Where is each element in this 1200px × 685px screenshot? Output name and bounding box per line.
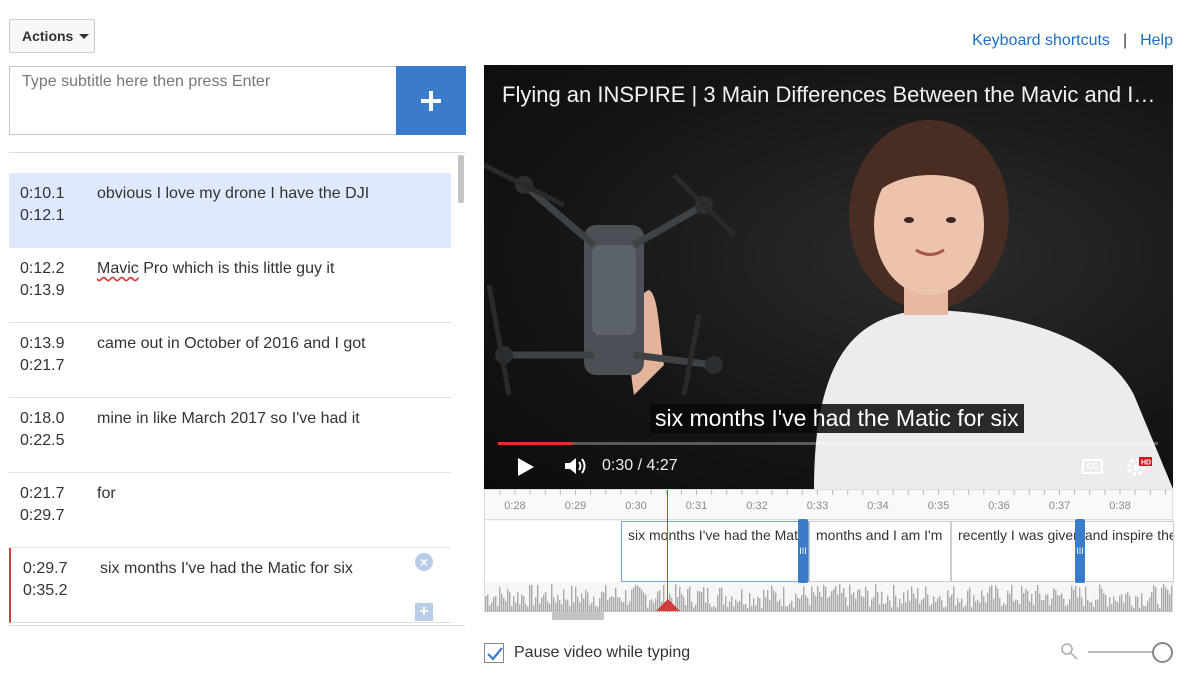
timeline-tick-label: 0:28: [504, 500, 526, 512]
subtitle-input-box: [9, 66, 397, 135]
end-time: 0:35.2: [23, 582, 68, 599]
timeline-tick-label: 0:36: [988, 500, 1010, 512]
insert-subtitle-icon[interactable]: +: [415, 603, 433, 621]
pause-while-typing-label: Pause video while typing: [514, 644, 691, 661]
video-progress-bar[interactable]: [498, 442, 1158, 445]
subtitle-row[interactable]: 0:10.1 0:12.1 obvious I love my drone I …: [9, 173, 451, 248]
timeline-tick-label: 0:34: [867, 500, 889, 512]
subtitle-times[interactable]: 0:29.7 0:35.2: [23, 558, 67, 602]
timeline-segment[interactable]: months and I am I'm: [809, 521, 951, 582]
timeline-tick-label: 0:35: [927, 500, 950, 512]
subtitle-times[interactable]: 0:21.7 0:29.7: [20, 483, 64, 527]
start-time: 0:10.1: [20, 185, 65, 202]
time-readout: 0:30 / 4:27: [602, 457, 678, 474]
subtitle-list: 0:10.1 0:12.1 obvious I love my drone I …: [9, 173, 451, 625]
timeline-tick-label: 0:32: [746, 500, 768, 512]
volume-icon[interactable]: [563, 455, 589, 477]
pause-while-typing-checkbox[interactable]: [484, 643, 504, 663]
video-caption: six months I've had the Matic for six: [650, 404, 1024, 433]
subtitle-text[interactable]: Mavic Pro which is this little guy it: [97, 258, 334, 280]
timeline-tick-label: 0:33: [806, 500, 829, 512]
start-time: 0:29.7: [23, 560, 68, 577]
subtitle-times[interactable]: 0:13.9 0:21.7: [20, 333, 64, 377]
help-links: Keyboard shortcuts | Help: [972, 32, 1173, 50]
end-time: 0:29.7: [20, 507, 65, 524]
keyboard-shortcuts-link[interactable]: Keyboard shortcuts: [972, 32, 1110, 50]
playhead[interactable]: [667, 490, 668, 612]
end-time: 0:12.1: [20, 207, 65, 224]
divider: [9, 625, 465, 626]
timeline-segment[interactable]: six months I've had the Matic for six: [621, 521, 809, 582]
subtitle-text-rest: Pro which is this little guy it: [138, 260, 335, 277]
zoom-slider-knob[interactable]: [1152, 642, 1173, 663]
video-player[interactable]: Flying an INSPIRE | 3 Main Differences B…: [484, 65, 1173, 489]
timeline-tick-label: 0:38: [1109, 500, 1131, 512]
link-separator: |: [1122, 32, 1128, 49]
timeline-tick-label: 0:31: [685, 500, 708, 512]
start-time: 0:18.0: [20, 410, 65, 427]
checkmark-icon: [487, 647, 503, 661]
caret-down-icon: [79, 33, 90, 39]
subtitle-input[interactable]: [10, 67, 397, 134]
misspelled-word: Mavic: [97, 260, 139, 277]
play-icon[interactable]: [518, 458, 534, 476]
subtitle-row[interactable]: 0:18.0 0:22.5 mine in like March 2017 so…: [9, 398, 451, 473]
subtitle-times[interactable]: 0:18.0 0:22.5: [20, 408, 64, 452]
list-scrollbar[interactable]: [458, 155, 464, 203]
subtitle-row[interactable]: 0:21.7 0:29.7 for: [9, 473, 451, 548]
actions-button[interactable]: Actions: [9, 19, 95, 53]
subtitle-times[interactable]: 0:10.1 0:12.1: [20, 183, 64, 227]
end-time: 0:13.9: [20, 282, 65, 299]
timeline-scrollbar[interactable]: [552, 612, 604, 620]
start-time: 0:12.2: [20, 260, 65, 277]
timeline-segment[interactable]: recently I was given and inspire the: [951, 521, 1174, 582]
video-title: Flying an INSPIRE | 3 Main Differences B…: [502, 82, 1162, 107]
subtitle-text[interactable]: mine in like March 2017 so I've had it: [97, 408, 360, 430]
timeline-tick-label: 0:30: [625, 500, 647, 512]
end-time: 0:21.7: [20, 357, 65, 374]
timeline-segments: six months I've had the Matic for six mo…: [485, 521, 1174, 582]
divider: [9, 152, 465, 153]
timeline-editor[interactable]: 0:28 0:29 0:30 0:31 0:32 0:33 0:34 0:35 0:36 0:37…: [484, 489, 1174, 612]
timeline-tick-label: 0:37: [1048, 500, 1071, 512]
segment-drag-handle[interactable]: III: [1075, 519, 1085, 583]
end-time: 0:22.5: [20, 432, 65, 449]
subtitle-text[interactable]: six months I've had the Matic for six: [100, 558, 353, 580]
segment-drag-handle[interactable]: III: [798, 519, 808, 583]
add-subtitle-button[interactable]: [396, 66, 466, 135]
delete-subtitle-icon[interactable]: ×: [415, 553, 433, 571]
zoom-slider-track[interactable]: [1088, 651, 1152, 653]
ruler-ticks: [499, 490, 1166, 495]
subtitle-times[interactable]: 0:12.2 0:13.9: [20, 258, 64, 302]
timeline-tick-label: 0:29: [564, 500, 587, 512]
actions-label: Actions: [22, 28, 74, 44]
settings-gear-icon[interactable]: HD: [1126, 455, 1152, 479]
start-time: 0:13.9: [20, 335, 65, 352]
subtitle-row[interactable]: 0:13.9 0:21.7 came out in October of 201…: [9, 323, 451, 398]
start-time: 0:21.7: [20, 485, 65, 502]
zoom-icon: [1061, 643, 1078, 660]
subtitle-text[interactable]: came out in October of 2016 and I got: [97, 333, 366, 355]
subtitle-row-editing[interactable]: 0:29.7 0:35.2 six months I've had the Ma…: [9, 548, 451, 623]
closed-captions-icon[interactable]: CC: [1082, 459, 1103, 474]
playhead-marker-icon[interactable]: [656, 599, 680, 611]
help-link[interactable]: Help: [1140, 32, 1173, 50]
audio-waveform: [485, 584, 1172, 612]
subtitle-text[interactable]: for: [97, 483, 116, 505]
video-progress-fill: [498, 442, 573, 445]
subtitle-text[interactable]: obvious I love my drone I have the DJI: [97, 183, 369, 205]
subtitle-row[interactable]: 0:12.2 0:13.9 Mavic Pro which is this li…: [9, 248, 451, 323]
timeline-ruler[interactable]: 0:28 0:29 0:30 0:31 0:32 0:33 0:34 0:35 0:36 0:37…: [485, 490, 1172, 520]
hd-badge: HD: [1141, 460, 1151, 467]
